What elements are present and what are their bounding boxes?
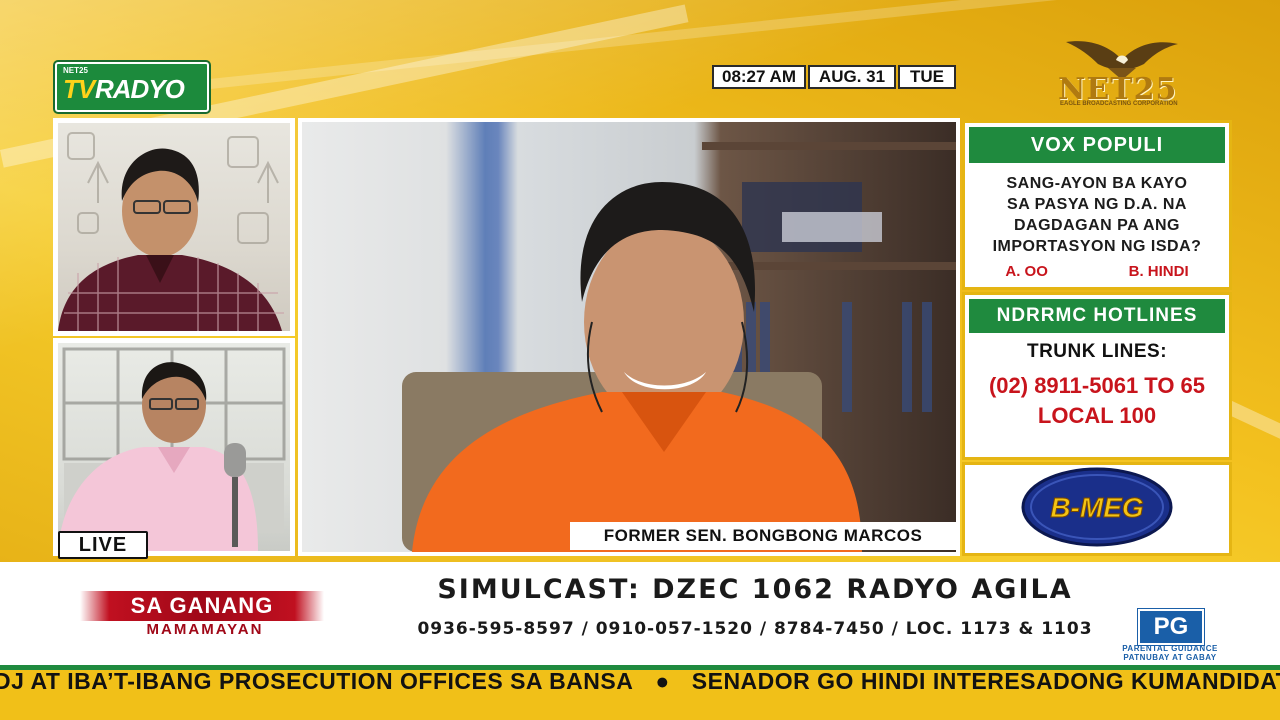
- poll-question-line: DAGDAGAN PA ANG: [1013, 217, 1180, 234]
- hotline-number: (02) 8911-5061 TO 65: [988, 373, 1206, 398]
- ticker-separator-icon: ●: [655, 668, 670, 694]
- hotlines-subtitle: TRUNK LINES:: [1026, 341, 1168, 362]
- clock-day: TUE: [898, 65, 956, 89]
- pg-rating-badge: PG: [1138, 609, 1204, 645]
- host2-person: [58, 347, 286, 551]
- host2-frame: [53, 338, 295, 556]
- ticker-item: SENADOR GO HINDI INTERESADONG KUMANDIDAT…: [691, 668, 1280, 694]
- clock-time: 08:27 AM: [712, 65, 806, 89]
- poll-option-a: A. OO: [1005, 263, 1048, 280]
- guest-name-caption: FORMER SEN. BONGBONG MARCOS: [570, 522, 956, 550]
- ticker-item: DJ AT IBA’T-IBANG PROSECUTION OFFICES SA…: [0, 668, 634, 694]
- hotline-local: LOCAL 100: [1037, 403, 1157, 428]
- host1-frame: [53, 118, 295, 336]
- logo-tv-text: TV: [63, 74, 95, 104]
- bmeg-logo: B-MEG: [1021, 467, 1173, 547]
- poll-option-b: B. HINDI: [1128, 263, 1189, 280]
- program-subtitle: MAMAMAYAN: [146, 621, 264, 638]
- pg-rating-caption: PARENTAL GUIDANCE PATNUBAY AT GABAY: [1108, 644, 1232, 662]
- logo-radyo-text: RADYO: [95, 74, 185, 104]
- live-badge: LIVE: [58, 531, 148, 559]
- guest-frame: FORMER SEN. BONGBONG MARCOS: [298, 118, 960, 556]
- net25-subtext: EAGLE BROADCASTING CORPORATION: [1060, 101, 1178, 107]
- poll-question-line: SA PASYA NG D.A. NA: [1007, 196, 1187, 213]
- pg-line1: PARENTAL GUIDANCE: [1122, 644, 1218, 653]
- sponsor-panel: B-MEG: [962, 462, 1232, 556]
- pg-line2: PATNUBAY AT GABAY: [1123, 653, 1217, 662]
- guest-video: [302, 122, 956, 552]
- simulcast-text: SIMULCAST: DZEC 1062 RADYO AGILA: [437, 574, 1073, 605]
- vox-populi-panel: VOX POPULI SANG-AYON BA KAYO SA PASYA NG…: [962, 120, 1232, 290]
- bmeg-text: B-MEG: [1050, 492, 1143, 523]
- hotlines-panel: NDRRMC HOTLINES TRUNK LINES: (02) 8911-5…: [962, 292, 1232, 460]
- hotlines-title: NDRRMC HOTLINES: [969, 299, 1225, 333]
- host2-video: [58, 343, 290, 551]
- host1-video: [58, 123, 290, 331]
- poll-question-line: SANG-AYON BA KAYO: [1006, 175, 1188, 192]
- poll-question-line: IMPORTASYON NG ISDA?: [992, 238, 1202, 255]
- guest-person: [402, 142, 956, 552]
- host1-person: [58, 132, 284, 331]
- ticker-text: DJ AT IBA’T-IBANG PROSECUTION OFFICES SA…: [0, 668, 1280, 695]
- vox-populi-title: VOX POPULI: [969, 127, 1225, 163]
- contact-phones: 0936-595-8597 / 0910-057-1520 / 8784-745…: [417, 619, 1093, 639]
- tv-radyo-logo: NET25 TV RADYO: [55, 62, 209, 112]
- net25-logo: NET25 EAGLE BROADCASTING CORPORATION: [1052, 34, 1192, 110]
- clock-date: AUG. 31: [808, 65, 896, 89]
- program-title: SA GANANG: [80, 591, 324, 621]
